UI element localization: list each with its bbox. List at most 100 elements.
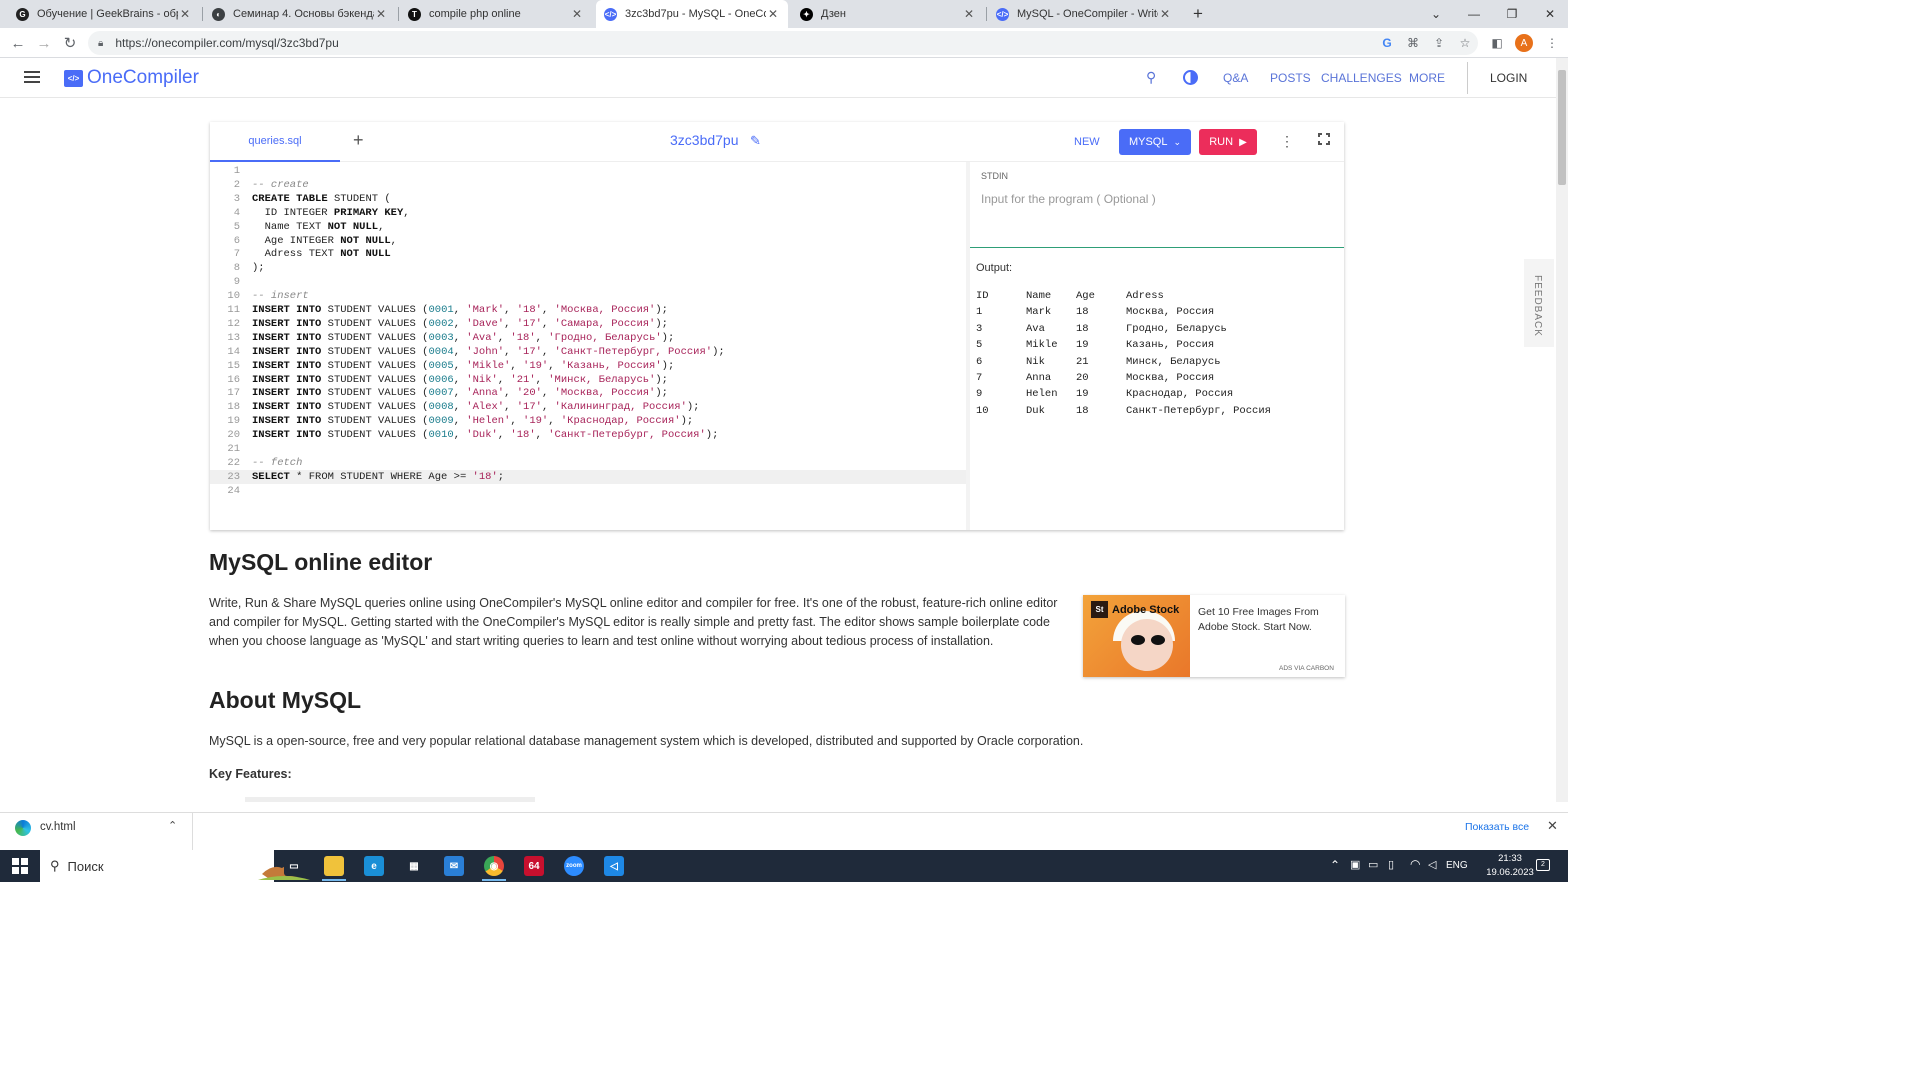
- code-line[interactable]: 21: [210, 442, 966, 456]
- browser-tab[interactable]: ✦ Дзен ✕: [792, 0, 984, 28]
- code-line[interactable]: 15 INSERT INTO STUDENT VALUES (0005, 'Mik…: [210, 359, 966, 373]
- app-64-icon[interactable]: 64: [524, 856, 544, 876]
- restore-button[interactable]: ❐: [1494, 0, 1530, 28]
- tab-close-icon[interactable]: ✕: [178, 7, 192, 21]
- code-line[interactable]: 18 INSERT INTO STUDENT VALUES (0008, 'Ale…: [210, 400, 966, 414]
- code-line[interactable]: 19 INSERT INTO STUDENT VALUES (0009, 'Hel…: [210, 414, 966, 428]
- add-file-button[interactable]: +: [353, 130, 364, 151]
- code-line[interactable]: 2 -- create: [210, 178, 966, 192]
- language-indicator[interactable]: ENG: [1446, 860, 1468, 871]
- new-tab-button[interactable]: +: [1188, 4, 1208, 24]
- code-line[interactable]: 20 INSERT INTO STUDENT VALUES (0010, 'Duk…: [210, 428, 966, 442]
- show-all-link[interactable]: Показать все: [1465, 821, 1529, 833]
- code-line[interactable]: 6 Age INTEGER NOT NULL,: [210, 234, 966, 248]
- code-line[interactable]: 5 Name TEXT NOT NULL,: [210, 220, 966, 234]
- pencil-icon[interactable]: ✎: [750, 133, 761, 149]
- run-button[interactable]: RUN ▶: [1199, 129, 1257, 155]
- ad-image[interactable]: St Adobe Stock: [1083, 595, 1190, 677]
- code-line[interactable]: 11 INSERT INTO STUDENT VALUES (0001, 'Mar…: [210, 303, 966, 317]
- taskbar-clock[interactable]: 21:33 19.06.2023: [1486, 852, 1534, 880]
- code-line[interactable]: 3 CREATE TABLE STUDENT (: [210, 192, 966, 206]
- vscode-icon[interactable]: ◁: [604, 856, 624, 876]
- minimize-button[interactable]: —: [1456, 0, 1492, 28]
- new-button[interactable]: NEW: [1074, 136, 1100, 148]
- hamburger-menu-icon[interactable]: [24, 71, 40, 83]
- tab-close-icon[interactable]: ✕: [766, 7, 780, 21]
- bookmark-star-icon[interactable]: ☆: [1456, 34, 1474, 52]
- nav-qa[interactable]: Q&A: [1223, 71, 1248, 85]
- chevron-up-icon[interactable]: ⌃: [168, 819, 177, 832]
- browser-tab[interactable]: ◐ Семинар 4. Основы бэкенда: PI✕: [204, 0, 396, 28]
- code-line[interactable]: 24: [210, 484, 966, 498]
- volume-icon[interactable]: ◁: [1428, 858, 1436, 871]
- theme-toggle-icon[interactable]: [1183, 70, 1198, 85]
- tab-close-icon[interactable]: ✕: [962, 7, 976, 21]
- ads-via-carbon-link[interactable]: ADS VIA CARBON: [1279, 665, 1334, 672]
- file-explorer-icon[interactable]: [324, 856, 344, 876]
- google-icon[interactable]: G: [1378, 34, 1396, 52]
- battery-icon[interactable]: ▯: [1388, 858, 1394, 871]
- code-line[interactable]: 12 INSERT INTO STUDENT VALUES (0002, 'Dav…: [210, 317, 966, 331]
- windows-start-icon[interactable]: [12, 858, 28, 874]
- taskbar-search[interactable]: ⚲ Поиск: [40, 850, 310, 882]
- code-line[interactable]: 22 -- fetch: [210, 456, 966, 470]
- wifi-icon[interactable]: ◠: [1410, 857, 1420, 871]
- feedback-tab[interactable]: FEEDBACK: [1524, 259, 1554, 347]
- browser-menu-icon[interactable]: ⋮: [1543, 34, 1561, 52]
- browser-tab[interactable]: </> MySQL - OneCompiler - Write, n✕: [988, 0, 1180, 28]
- share-icon[interactable]: ⇪: [1430, 34, 1448, 52]
- code-editor[interactable]: 1 2 -- create 3 CREATE TABLE STUDENT (4 ID I…: [210, 162, 966, 530]
- tab-close-icon[interactable]: ✕: [1158, 7, 1172, 21]
- pane-divider[interactable]: [966, 162, 970, 530]
- code-line[interactable]: 8);: [210, 261, 966, 275]
- file-tab[interactable]: queries.sql: [210, 122, 340, 162]
- more-options-icon[interactable]: ⋮: [1280, 133, 1294, 150]
- profile-avatar[interactable]: A: [1515, 34, 1533, 52]
- code-line[interactable]: 7 Adress TEXT NOT NULL: [210, 247, 966, 261]
- nav-posts[interactable]: POSTS: [1270, 71, 1311, 85]
- onecompiler-logo[interactable]: </> OneCompiler: [64, 67, 199, 89]
- code-line[interactable]: 10 -- insert: [210, 289, 966, 303]
- notification-icon[interactable]: 2: [1536, 859, 1550, 871]
- browser-tab[interactable]: Tcompile php online ✕: [400, 0, 592, 28]
- code-line[interactable]: 17 INSERT INTO STUDENT VALUES (0007, 'Ann…: [210, 386, 966, 400]
- chrome-icon[interactable]: ◉: [484, 856, 504, 876]
- tab-search-icon[interactable]: ⌄: [1418, 0, 1454, 28]
- nav-challenges[interactable]: CHALLENGES: [1321, 71, 1402, 85]
- fullscreen-icon[interactable]: [1318, 133, 1330, 145]
- stdin-input[interactable]: Input for the program ( Optional ): [981, 192, 1156, 206]
- code-line[interactable]: 9: [210, 275, 966, 289]
- browser-tab[interactable]: G Обучение | GeekBrains - образо✕: [8, 0, 200, 28]
- forward-icon[interactable]: →: [34, 33, 54, 53]
- mail-icon[interactable]: ✉: [444, 856, 464, 876]
- ad-text[interactable]: Get 10 Free Images From Adobe Stock. Sta…: [1198, 605, 1338, 635]
- code-line[interactable]: 4 ID INTEGER PRIMARY KEY,: [210, 206, 966, 220]
- login-link[interactable]: LOGIN: [1490, 71, 1527, 85]
- tab-close-icon[interactable]: ✕: [570, 7, 584, 21]
- carbon-ad[interactable]: St Adobe Stock Get 10 Free Images From A…: [1083, 595, 1345, 677]
- chevron-up-icon[interactable]: ⌃: [1330, 858, 1340, 872]
- tab-close-icon[interactable]: ✕: [374, 7, 388, 21]
- store-icon[interactable]: ▦: [404, 856, 424, 876]
- code-line[interactable]: 16 INSERT INTO STUDENT VALUES (0006, 'Nik…: [210, 373, 966, 387]
- search-icon[interactable]: ⚲: [1146, 69, 1156, 86]
- close-icon[interactable]: ✕: [1547, 818, 1558, 834]
- edge-icon[interactable]: e: [364, 856, 384, 876]
- close-window-button[interactable]: ✕: [1532, 0, 1568, 28]
- nav-more[interactable]: MORE: [1409, 71, 1445, 85]
- task-view-icon[interactable]: ▭: [284, 856, 304, 876]
- code-line[interactable]: 1: [210, 164, 966, 178]
- side-panel-icon[interactable]: ◧: [1488, 34, 1506, 52]
- reload-icon[interactable]: ↻: [60, 33, 80, 53]
- address-bar[interactable]: 🔒︎ https://onecompiler.com/mysql/3zc3bd7…: [88, 31, 1478, 55]
- page-scrollbar[interactable]: [1556, 58, 1568, 802]
- code-line[interactable]: 13 INSERT INTO STUDENT VALUES (0003, 'Ava…: [210, 331, 966, 345]
- back-icon[interactable]: ←: [8, 33, 28, 53]
- browser-tab[interactable]: </> 3zc3bd7pu - MySQL - OneComp✕: [596, 0, 788, 28]
- download-item[interactable]: cv.html: [40, 821, 76, 833]
- meet-icon[interactable]: ▣: [1350, 858, 1360, 871]
- translate-icon[interactable]: ⌘: [1404, 34, 1422, 52]
- scrollbar-thumb[interactable]: [1558, 70, 1566, 185]
- code-line[interactable]: 14 INSERT INTO STUDENT VALUES (0004, 'Joh…: [210, 345, 966, 359]
- code-line[interactable]: 23 SELECT * FROM STUDENT WHERE Age >= '18…: [210, 469, 966, 484]
